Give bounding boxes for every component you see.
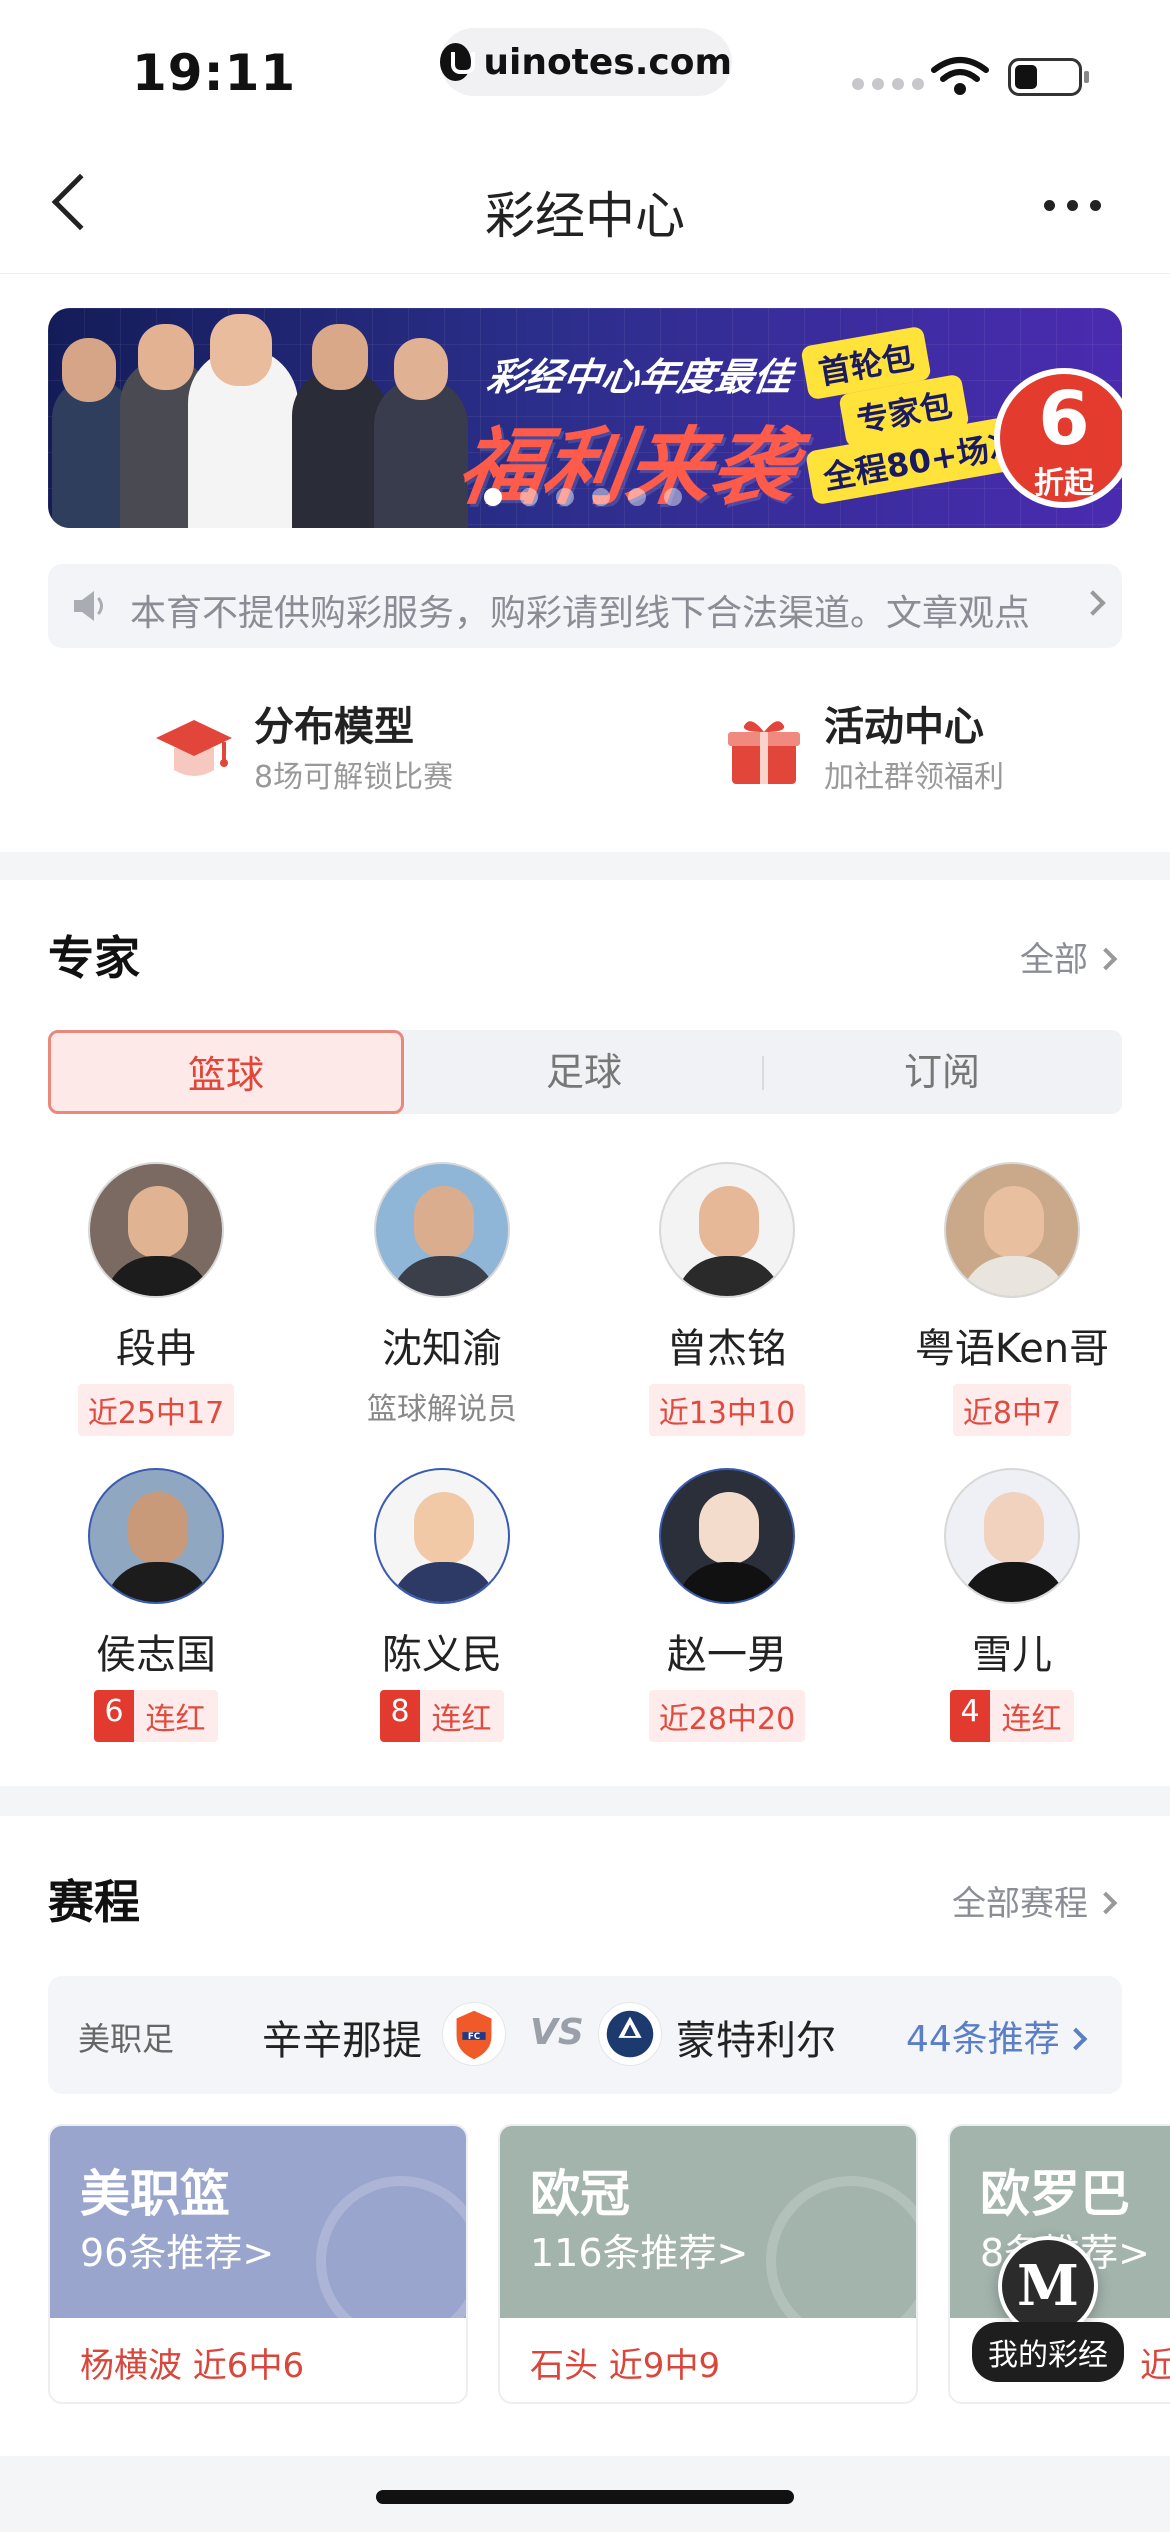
league-card[interactable]: 美职篮 96条推荐> 杨横波 近6中6 <box>48 2124 468 2404</box>
entry-subtitle: 加社群领福利 <box>824 760 1004 795</box>
expert-record: 近28中20 <box>648 1690 806 1742</box>
distribution-model-entry[interactable]: 分布模型 8场可解锁比赛 <box>152 694 512 795</box>
avatar <box>88 1468 224 1604</box>
promo-banner[interactable]: 彩经中心年度最佳 福利来袭 首轮包 专家包 全程80+场次 6 折起 <box>48 308 1122 528</box>
tab-subscribe[interactable]: 订阅 <box>764 1030 1120 1114</box>
chevron-right-icon <box>1094 947 1118 971</box>
experts-tabs: 篮球 足球 订阅 <box>48 1030 1122 1114</box>
graduation-cap-icon <box>156 720 232 776</box>
match-league: 美职足 <box>78 2020 175 2058</box>
experts-all-link[interactable]: 全部 <box>1020 932 1118 981</box>
league-top-expert: 石头 近9中9 <box>530 2346 721 2386</box>
expert-name: 侯志国 <box>96 1632 216 1678</box>
expert-card[interactable]: 沈知渝 篮球解说员 <box>342 1162 542 1428</box>
status-bar: 19:11 uinotes.com <box>0 0 1170 130</box>
url-pill[interactable]: uinotes.com <box>440 28 732 96</box>
expert-name: 粤语Ken哥 <box>914 1326 1110 1372</box>
league-name: 欧罗巴 <box>980 2165 1130 2223</box>
expert-title: 篮球解说员 <box>367 1392 517 1427</box>
url-text: uinotes.com <box>483 41 732 83</box>
avatar <box>659 1162 795 1298</box>
home-indicator[interactable] <box>376 2490 794 2504</box>
notice-text: 本育不提供购彩服务，购彩请到线下合法渠道。文章观点 <box>130 593 1031 634</box>
tab-football[interactable]: 足球 <box>406 1030 762 1114</box>
status-time: 19:11 <box>132 44 297 102</box>
cellular-signal-icon <box>852 78 924 90</box>
expert-name: 赵一男 <box>667 1632 787 1678</box>
more-icon[interactable] <box>1044 200 1101 211</box>
battery-icon <box>1008 58 1089 96</box>
entry-title: 分布模型 <box>254 704 414 750</box>
home-team: 辛辛那提 <box>262 2018 422 2064</box>
versus-label: VS <box>530 2012 584 2053</box>
avatar <box>659 1468 795 1604</box>
speaker-icon <box>74 591 103 621</box>
carousel-dots[interactable] <box>484 488 682 506</box>
football-icon <box>766 2176 916 2346</box>
league-recommendations: 116条推荐> <box>530 2231 749 2275</box>
chevron-right-icon <box>1080 590 1106 616</box>
win-streak-badge: 8 连红 <box>380 1690 504 1742</box>
match-row[interactable]: 美职足 辛辛那提 FC VS 蒙特利尔 44条推荐 <box>48 1976 1122 2094</box>
section-title: 专家 <box>48 931 140 985</box>
expert-name: 雪儿 <box>972 1632 1052 1678</box>
expert-record: 近25中17 <box>77 1384 235 1436</box>
entry-title: 活动中心 <box>824 704 984 750</box>
nav-bar: 彩经中心 <box>0 130 1170 274</box>
experts-section: 专家 全部 篮球 足球 订阅 段冉 近25中17 沈知渝 篮球解说员 曾杰铭 近… <box>0 880 1170 1786</box>
away-team-crest-icon <box>598 2002 662 2066</box>
top-section: 彩经中心年度最佳 福利来袭 首轮包 专家包 全程80+场次 6 折起 本育不提供… <box>0 274 1170 852</box>
expert-card[interactable]: 陈义民 8 连红 <box>342 1468 542 1742</box>
chevron-right-icon <box>1064 2027 1088 2051</box>
expert-record: 近8中7 <box>952 1384 1072 1436</box>
expert-card[interactable]: 段冉 近25中17 <box>56 1162 256 1436</box>
my-lottery-icon: M <box>998 2236 1098 2336</box>
avatar <box>374 1468 510 1604</box>
league-top-expert: 杨横波 近6中6 <box>80 2346 305 2386</box>
expert-card[interactable]: 粤语Ken哥 近8中7 <box>912 1162 1112 1436</box>
svg-text:FC: FC <box>468 2032 480 2042</box>
activity-center-entry[interactable]: 活动中心 加社群领福利 <box>722 694 1082 795</box>
notice-bar[interactable]: 本育不提供购彩服务，购彩请到线下合法渠道。文章观点 <box>48 564 1122 648</box>
expert-record: 近13中10 <box>648 1384 806 1436</box>
my-lottery-floating-button[interactable]: M 我的彩经 <box>970 2236 1160 2386</box>
league-recommendations: 96条推荐> <box>80 2231 275 2275</box>
gift-icon <box>728 721 800 784</box>
avatar <box>88 1162 224 1298</box>
page-title: 彩经中心 <box>485 187 685 245</box>
banner-experts-image <box>48 308 468 528</box>
avatar <box>374 1162 510 1298</box>
expert-name: 沈知渝 <box>382 1326 502 1372</box>
expert-card[interactable]: 侯志国 6 连红 <box>56 1468 256 1742</box>
section-title: 赛程 <box>48 1875 140 1929</box>
expert-card[interactable]: 雪儿 4 连红 <box>912 1468 1112 1742</box>
away-team: 蒙特利尔 <box>676 2018 836 2064</box>
tab-basketball[interactable]: 篮球 <box>48 1030 404 1114</box>
avatar <box>944 1468 1080 1604</box>
expert-name: 陈义民 <box>382 1632 502 1678</box>
site-logo-icon <box>440 43 476 81</box>
schedule-all-link[interactable]: 全部赛程 <box>952 1876 1118 1925</box>
avatar <box>944 1162 1080 1298</box>
league-name: 美职篮 <box>80 2165 230 2223</box>
chevron-right-icon <box>1094 1891 1118 1915</box>
wifi-icon <box>931 57 989 95</box>
expert-card[interactable]: 赵一男 近28中20 <box>627 1468 827 1742</box>
expert-name: 段冉 <box>116 1326 196 1372</box>
discount-badge: 6 折起 <box>994 368 1122 508</box>
entry-subtitle: 8场可解锁比赛 <box>254 760 454 795</box>
league-card[interactable]: 欧冠 116条推荐> 石头 近9中9 <box>498 2124 918 2404</box>
expert-name: 曾杰铭 <box>667 1326 787 1372</box>
basketball-icon <box>316 2176 466 2346</box>
league-name: 欧冠 <box>530 2165 630 2223</box>
home-team-crest-icon: FC <box>442 2002 506 2066</box>
banner-subtitle: 彩经中心年度最佳 <box>484 355 795 399</box>
win-streak-badge: 4 连红 <box>950 1690 1074 1742</box>
win-streak-badge: 6 连红 <box>94 1690 218 1742</box>
expert-card[interactable]: 曾杰铭 近13中10 <box>627 1162 827 1436</box>
my-lottery-label: 我的彩经 <box>972 2322 1124 2382</box>
match-recommendations-link[interactable]: 44条推荐 <box>906 2010 1088 2062</box>
